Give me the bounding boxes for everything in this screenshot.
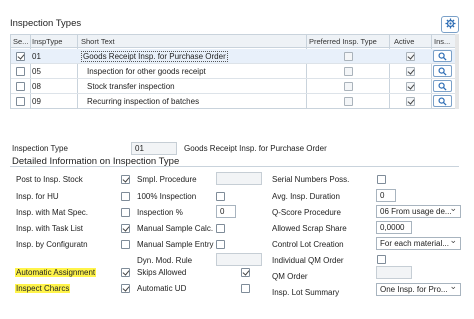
- active-checkbox[interactable]: [406, 67, 415, 76]
- dyn-mod-rule-field[interactable]: [216, 253, 262, 266]
- short-text-cell: Recurring inspection of batches: [87, 97, 200, 106]
- details-button[interactable]: [433, 95, 452, 107]
- table-scrollbar[interactable]: [455, 34, 459, 109]
- insp-for-hu-label: Insp. for HU: [16, 192, 59, 201]
- preferred-checkbox[interactable]: [344, 97, 353, 106]
- magnifier-icon: [438, 81, 447, 91]
- details-button[interactable]: [433, 80, 452, 92]
- col-header-active[interactable]: Active: [394, 37, 414, 46]
- serial-numbers-poss-checkbox[interactable]: [377, 175, 386, 184]
- automatic-assignment-checkbox[interactable]: [121, 268, 130, 277]
- skips-allowed-checkbox[interactable]: [241, 268, 250, 277]
- manual-sample-entry-label: Manual Sample Entry: [137, 240, 214, 249]
- insp-lot-summary-select[interactable]: One Insp. for Pro...: [376, 283, 461, 296]
- q-score-procedure-label: Q-Score Procedure: [272, 208, 341, 217]
- avg-insp-duration-field[interactable]: 0: [376, 189, 396, 202]
- details-button[interactable]: [433, 50, 452, 62]
- manual-sample-calc-label: Manual Sample Calc.: [137, 224, 214, 233]
- magnifier-icon: [438, 96, 447, 106]
- insp-with-mat-spec-checkbox[interactable]: [121, 208, 130, 217]
- q-score-procedure-select[interactable]: 06 From usage de...: [376, 205, 461, 218]
- qm-order-label: QM Order: [272, 272, 308, 281]
- table-header: Se... InspType Short Text Preferred Insp…: [11, 35, 458, 48]
- active-checkbox[interactable]: [406, 82, 415, 91]
- insp-by-configuratn-label: Insp. by Configuratn: [16, 240, 88, 249]
- 100-inspection-label: 100% Inspection: [137, 192, 197, 201]
- col-header-preferred[interactable]: Preferred Insp. Type: [309, 37, 377, 46]
- insp-by-configuratn-checkbox[interactable]: [121, 240, 130, 249]
- dyn-mod-rule-label: Dyn. Mod. Rule: [137, 256, 193, 265]
- qm-order-field[interactable]: [376, 266, 412, 279]
- col-header-short-text[interactable]: Short Text: [81, 37, 115, 46]
- table-row[interactable]: 01 Goods Receipt Insp. for Purchase Orde…: [11, 49, 458, 64]
- smpl-procedure-field[interactable]: [216, 172, 262, 185]
- inspection-type-description: Goods Receipt Insp. for Purchase Order: [184, 144, 327, 153]
- inspect-charcs-label: Inspect Charcs: [15, 284, 71, 293]
- post-to-insp-stock-label: Post to Insp. Stock: [16, 175, 83, 184]
- insp-with-mat-spec-label: Insp. with Mat Spec.: [16, 208, 89, 217]
- table-row[interactable]: 05 Inspection for other goods receipt: [11, 64, 458, 79]
- insp-with-task-list-checkbox[interactable]: [121, 224, 130, 233]
- magnifier-icon: [438, 51, 447, 61]
- individual-qm-order-label: Individual QM Order: [272, 256, 344, 265]
- table-settings-button[interactable]: [441, 16, 459, 33]
- control-lot-creation-select[interactable]: For each material...: [376, 237, 461, 250]
- manual-sample-calc-checkbox[interactable]: [216, 224, 225, 233]
- post-to-insp-stock-checkbox[interactable]: [121, 175, 130, 184]
- table-row[interactable]: 08 Stock transfer inspection: [11, 79, 458, 94]
- insp-lot-summary-label: Insp. Lot Summary: [272, 288, 340, 297]
- automatic-ud-checkbox[interactable]: [241, 284, 250, 293]
- table-row[interactable]: 09 Recurring inspection of batches: [11, 94, 458, 108]
- col-header-insptype[interactable]: InspType: [32, 37, 62, 46]
- active-checkbox[interactable]: [406, 97, 415, 106]
- avg-insp-duration-label: Avg. Insp. Duration: [272, 192, 340, 201]
- inspection-type-label: Inspection Type: [12, 144, 68, 153]
- preferred-checkbox[interactable]: [344, 82, 353, 91]
- active-checkbox[interactable]: [406, 52, 415, 61]
- control-lot-creation-label: Control Lot Creation: [272, 240, 344, 249]
- inspection-percent-field[interactable]: 0: [216, 205, 236, 218]
- insp-type-cell: 08: [32, 82, 41, 91]
- insp-type-cell: 09: [32, 97, 41, 106]
- inspection-type-field: 01: [131, 142, 177, 155]
- individual-qm-order-checkbox[interactable]: [377, 255, 386, 264]
- gear-icon: [444, 18, 456, 31]
- short-text-cell: Stock transfer inspection: [87, 82, 175, 91]
- 100-inspection-checkbox[interactable]: [216, 192, 225, 201]
- serial-numbers-poss-label: Serial Numbers Poss.: [272, 175, 350, 184]
- insp-with-task-list-label: Insp. with Task List: [16, 224, 83, 233]
- row-select-checkbox[interactable]: [16, 97, 25, 106]
- row-select-checkbox[interactable]: [16, 52, 25, 61]
- insp-for-hu-checkbox[interactable]: [121, 192, 130, 201]
- col-header-ins[interactable]: Ins...: [434, 37, 450, 46]
- details-button[interactable]: [433, 65, 452, 77]
- row-select-checkbox[interactable]: [16, 67, 25, 76]
- inspect-charcs-checkbox[interactable]: [121, 284, 130, 293]
- insp-lot-summary-value: One Insp. for Pro...: [380, 285, 448, 294]
- insp-type-cell: 05: [32, 67, 41, 76]
- magnifier-icon: [438, 66, 447, 76]
- automatic-ud-label: Automatic UD: [137, 284, 187, 293]
- inspection-types-table: Se... InspType Short Text Preferred Insp…: [10, 34, 459, 109]
- inspection-percent-label: Inspection %: [137, 208, 183, 217]
- skips-allowed-label: Skips Allowed: [137, 268, 187, 277]
- preferred-checkbox[interactable]: [344, 52, 353, 61]
- row-select-checkbox[interactable]: [16, 82, 25, 91]
- short-text-cell: Inspection for other goods receipt: [87, 67, 206, 76]
- q-score-procedure-value: 06 From usage de...: [380, 207, 452, 216]
- allowed-scrap-share-field[interactable]: 0,0000: [376, 221, 412, 234]
- smpl-procedure-label: Smpl. Procedure: [137, 175, 197, 184]
- manual-sample-entry-checkbox[interactable]: [216, 240, 225, 249]
- col-header-select[interactable]: Se...: [13, 37, 28, 46]
- short-text-cell: Goods Receipt Insp. for Purchase Order: [81, 51, 228, 62]
- control-lot-creation-value: For each material...: [380, 239, 449, 248]
- automatic-assignment-label: Automatic Assignment: [15, 268, 97, 277]
- preferred-checkbox[interactable]: [344, 67, 353, 76]
- allowed-scrap-share-label: Allowed Scrap Share: [272, 224, 347, 233]
- inspection-types-title: Inspection Types: [10, 18, 82, 29]
- insp-type-cell: 01: [32, 52, 41, 61]
